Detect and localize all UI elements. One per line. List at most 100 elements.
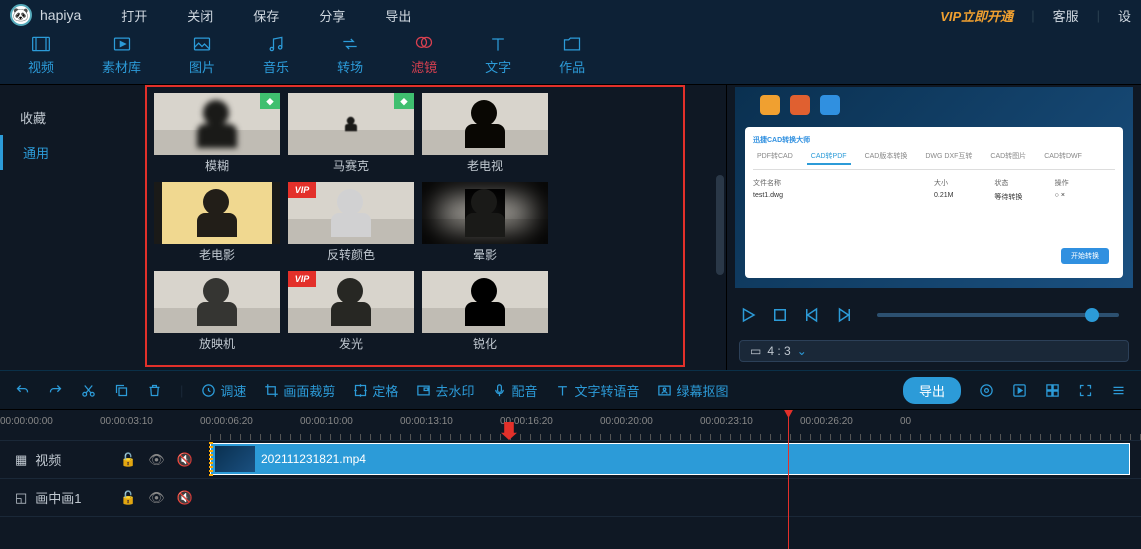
preview-row-size: 0.21M: [934, 192, 994, 202]
filter-label: 马赛克: [333, 157, 369, 174]
tab-image-label: 图片: [189, 57, 215, 76]
filter-panel: ◆模糊◆马赛克老电视老电影VIP反转颜色晕影放映机 VIP发光锐化: [135, 85, 726, 370]
redo-button[interactable]: [48, 383, 63, 398]
grid-icon[interactable]: [1045, 383, 1060, 398]
app-name: hapiya: [40, 7, 81, 23]
tab-library[interactable]: 素材库: [102, 34, 141, 84]
mute-icon[interactable]: 🔇: [177, 490, 193, 506]
video-clip[interactable]: 202111231821.mp4: [210, 443, 1130, 475]
freeze-button[interactable]: 定格: [353, 381, 398, 400]
sidebar-fav[interactable]: 收藏: [0, 100, 135, 135]
menu-save[interactable]: 保存: [253, 6, 279, 25]
settings-link[interactable]: 设: [1118, 6, 1131, 25]
filter-item[interactable]: 老电影: [153, 182, 281, 265]
preview-th-status: 状态: [994, 178, 1054, 188]
play-icon[interactable]: [1012, 383, 1027, 398]
menu-icon[interactable]: [1111, 383, 1126, 398]
filter-label: 放映机: [199, 335, 235, 352]
time-ruler[interactable]: 00:00:00:0000:00:03:1000:00:06:2000:00:1…: [0, 410, 1141, 440]
play-button[interactable]: [739, 306, 757, 324]
service-link[interactable]: 客服: [1053, 6, 1079, 25]
preview-th-name: 文件名称: [753, 178, 934, 188]
main-row: 收藏 通用 ◆模糊◆马赛克老电视老电影VIP反转颜色晕影放映机 VIP发光锐化 迅…: [0, 85, 1141, 370]
menu-export[interactable]: 导出: [385, 6, 411, 25]
eye-icon[interactable]: 👁: [148, 490, 165, 506]
tab-library-label: 素材库: [102, 57, 141, 76]
monitor-icon: ▭: [750, 344, 761, 358]
settings-icon[interactable]: [979, 383, 994, 398]
cut-button[interactable]: [81, 383, 96, 398]
freeze-label: 定格: [372, 381, 398, 400]
tab-video-label: 视频: [28, 57, 54, 76]
filter-label: 晕影: [473, 246, 497, 263]
filter-item[interactable]: 锐化: [421, 271, 549, 354]
filter-sidebar: 收藏 通用: [0, 85, 135, 370]
speed-label: 调速: [220, 381, 246, 400]
chevron-down-icon: ⌄: [797, 344, 807, 358]
fullscreen-icon[interactable]: [1078, 383, 1093, 398]
seek-bar[interactable]: [877, 313, 1119, 317]
export-button[interactable]: 导出: [903, 377, 961, 404]
tab-video[interactable]: 视频: [28, 34, 54, 84]
vip-link[interactable]: VIP立即开通: [940, 6, 1013, 25]
tab-text[interactable]: 文字: [485, 34, 511, 84]
filter-item[interactable]: ◆马赛克: [287, 93, 415, 176]
preview-row-status: 等待转换: [994, 192, 1054, 202]
delete-button[interactable]: [147, 383, 162, 398]
crop-button[interactable]: 画面裁剪: [264, 381, 335, 400]
undo-button[interactable]: [15, 383, 30, 398]
preview-viewport[interactable]: 迅捷CAD转换大师 PDF转CADCAD转PDFCAD版本转换DWG DXF互转…: [735, 87, 1133, 288]
filter-item[interactable]: ◆模糊: [153, 93, 281, 176]
top-menu: 打开 关闭 保存 分享 导出: [121, 6, 411, 25]
tab-image[interactable]: 图片: [189, 34, 215, 84]
playhead[interactable]: [788, 410, 789, 549]
tab-music[interactable]: 音乐: [263, 34, 289, 84]
lock-icon[interactable]: 🔓: [120, 452, 136, 468]
filter-item[interactable]: 晕影: [421, 182, 549, 265]
preview-window-title: 迅捷CAD转换大师: [753, 135, 1115, 145]
film-icon: ▦: [15, 452, 27, 468]
lock-icon[interactable]: 🔓: [120, 490, 136, 506]
category-tabs: 视频 素材库 图片 音乐 转场 滤镜 文字 作品: [0, 30, 1141, 85]
tts-button[interactable]: 文字转语音: [555, 381, 639, 400]
mute-icon[interactable]: 🔇: [177, 452, 193, 468]
filter-label: 老电视: [467, 157, 503, 174]
app-logo: 🐼: [10, 4, 32, 26]
filter-label: 锐化: [473, 335, 497, 352]
next-button[interactable]: [835, 306, 853, 324]
tab-music-label: 音乐: [263, 57, 289, 76]
stop-button[interactable]: [771, 306, 789, 324]
timeline: 00:00:00:0000:00:03:1000:00:06:2000:00:1…: [0, 410, 1141, 549]
menu-share[interactable]: 分享: [319, 6, 345, 25]
sidebar-general[interactable]: 通用: [0, 135, 135, 170]
eye-icon[interactable]: 👁: [148, 452, 165, 468]
tab-text-label: 文字: [485, 57, 511, 76]
greenscreen-button[interactable]: 绿幕抠图: [657, 381, 728, 400]
track-extra: [0, 516, 1141, 549]
dub-label: 配音: [511, 381, 537, 400]
menu-close[interactable]: 关闭: [187, 6, 213, 25]
filter-label: 发光: [339, 335, 363, 352]
pip-icon: ◱: [15, 490, 27, 506]
preview-area: 迅捷CAD转换大师 PDF转CADCAD转PDFCAD版本转换DWG DXF互转…: [726, 85, 1141, 370]
speed-button[interactable]: 调速: [201, 381, 246, 400]
aspect-ratio-select[interactable]: ▭4 : 3⌄: [739, 340, 1129, 362]
tab-transition-label: 转场: [337, 57, 363, 76]
menu-open[interactable]: 打开: [121, 6, 147, 25]
track-pip-label: 画中画1: [35, 488, 81, 507]
filter-label: 反转颜色: [327, 246, 375, 263]
copy-button[interactable]: [114, 383, 129, 398]
preview-app-window: 迅捷CAD转换大师 PDF转CADCAD转PDFCAD版本转换DWG DXF互转…: [745, 127, 1123, 278]
preview-row-op: ○ ×: [1055, 192, 1115, 202]
filter-item[interactable]: VIP反转颜色: [287, 182, 415, 265]
scrollbar[interactable]: [716, 175, 724, 275]
tab-transition[interactable]: 转场: [337, 34, 363, 84]
filter-item[interactable]: 放映机: [153, 271, 281, 354]
watermark-button[interactable]: 去水印: [416, 381, 474, 400]
prev-button[interactable]: [803, 306, 821, 324]
dub-button[interactable]: 配音: [492, 381, 537, 400]
filter-item[interactable]: VIP发光: [287, 271, 415, 354]
tab-filter[interactable]: 滤镜: [411, 34, 437, 84]
tab-works[interactable]: 作品: [559, 34, 585, 84]
filter-item[interactable]: 老电视: [421, 93, 549, 176]
